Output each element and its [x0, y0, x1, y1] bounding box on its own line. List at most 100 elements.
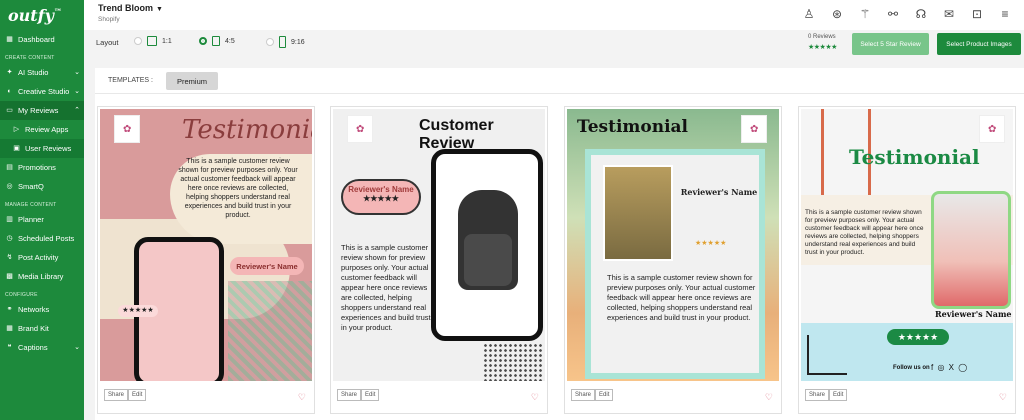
billing-icon[interactable]: ⊛: [828, 5, 846, 23]
template-card[interactable]: Testimonial ✿ Reviewer's Name ★★★★★ This…: [564, 106, 782, 414]
sidebar-item-smartq[interactable]: ◎ SmartQ: [0, 177, 84, 196]
media-icon: ▩: [6, 273, 13, 280]
template-preview[interactable]: ✿ Testimonial This is a sample customer …: [801, 109, 1013, 381]
template-card[interactable]: ✿ Testimonial This is a sample customer …: [97, 106, 315, 414]
share-button[interactable]: Share: [337, 389, 362, 401]
radio-1-1[interactable]: [134, 37, 142, 45]
rating-stars: ★★★★★: [887, 329, 949, 345]
notification-icon[interactable]: ✉: [940, 5, 958, 23]
template-title: Customer Review: [419, 117, 494, 152]
outfy-logo[interactable]: outfy™: [0, 0, 84, 30]
heart-icon[interactable]: ♡: [999, 392, 1007, 403]
sidebar-item-planner[interactable]: ▥ Planner: [0, 210, 84, 229]
layout-option-1-1[interactable]: 1:1: [134, 36, 172, 46]
sidebar-item-my-reviews[interactable]: ▭ My Reviews ⌃: [0, 101, 84, 120]
heart-icon[interactable]: ♡: [531, 392, 539, 403]
layout-bar: Layout 1:1 4:5 9:16 0 Reviews ★★★★★ Sele…: [84, 30, 1024, 58]
sidebar-item-creative-studio[interactable]: ◐ Creative Studio ⌄: [0, 82, 84, 101]
top-header: Trend Bloom ▼ Shopify ♙ ⊛ ⚚ ⚯ ☊ ✉ ⊡ ≡: [84, 0, 1024, 30]
template-title: Testimonial: [182, 115, 312, 145]
layout-label: Layout: [96, 38, 119, 47]
magic-wand-icon[interactable]: ⚚: [856, 5, 874, 23]
sidebar-item-brand-kit[interactable]: ▦ Brand Kit: [0, 319, 84, 338]
brand-kit-icon: ▦: [6, 325, 13, 332]
brand-logo-image: ✿: [741, 115, 767, 143]
edit-button[interactable]: Edit: [829, 389, 848, 401]
handshake-icon[interactable]: ⚯: [884, 5, 902, 23]
tab-premium[interactable]: Premium: [166, 72, 218, 90]
menu-icon[interactable]: ≡: [996, 5, 1014, 23]
sidebar-item-media-library[interactable]: ▩ Media Library: [0, 267, 84, 286]
sidebar: outfy™ ▦ Dashboard CREATE CONTENT ✦ AI Stu…: [0, 0, 84, 420]
sidebar-item-dashboard[interactable]: ▦ Dashboard: [0, 30, 84, 49]
review-text: This is a sample customer review shown f…: [607, 273, 756, 322]
template-preview[interactable]: ✿ Customer Review Reviewer's Name ★★★★★ …: [333, 109, 545, 381]
lock-icon[interactable]: ⊡: [968, 5, 986, 23]
sidebar-item-promotions[interactable]: ▤ Promotions: [0, 158, 84, 177]
sidebar-item-ai-studio[interactable]: ✦ AI Studio ⌄: [0, 63, 84, 82]
promotions-icon: ▤: [6, 164, 13, 171]
layout-option-4-5[interactable]: 4:5: [199, 36, 235, 46]
sidebar-item-post-activity[interactable]: ↯ Post Activity: [0, 248, 84, 267]
caret-down-icon: ▼: [156, 6, 163, 13]
share-button[interactable]: Share: [104, 389, 129, 401]
palette-icon: ◐: [7, 88, 12, 95]
chevron-up-icon: ⌃: [74, 107, 80, 114]
edit-button[interactable]: Edit: [595, 389, 614, 401]
user-icon[interactable]: ♙: [800, 5, 818, 23]
activity-icon: ↯: [6, 254, 13, 261]
store-platform: Shopify: [98, 16, 120, 23]
share-button[interactable]: Share: [571, 389, 596, 401]
product-photo: [931, 191, 1011, 309]
portrait-frame-icon: [212, 36, 220, 46]
templates-bar: TEMPLATES : Premium: [95, 68, 1024, 94]
calendar-icon: ▥: [6, 216, 13, 223]
header-icons: ♙ ⊛ ⚚ ⚯ ☊ ✉ ⊡ ≡: [800, 5, 1014, 23]
edit-button[interactable]: Edit: [128, 389, 147, 401]
sidebar-item-scheduled-posts[interactable]: ◷ Scheduled Posts: [0, 229, 84, 248]
card-actions: Share Edit: [571, 389, 614, 401]
select-product-images-button[interactable]: Select Product Images: [937, 33, 1021, 55]
template-preview[interactable]: Testimonial ✿ Reviewer's Name ★★★★★ This…: [567, 109, 779, 381]
template-preview[interactable]: ✿ Testimonial This is a sample customer …: [100, 109, 312, 381]
radio-4-5[interactable]: [199, 37, 207, 45]
reviews-count: 0 Reviews: [808, 34, 836, 40]
sidebar-item-captions[interactable]: ❝ Captions ⌄: [0, 338, 84, 357]
reviews-stars: ★★★★★: [808, 44, 837, 51]
follow-us-label: Follow us on: [893, 365, 930, 371]
reviewer-name: Reviewer's Name: [230, 257, 304, 275]
card-actions: Share Edit: [104, 389, 147, 401]
social-icons: f ◎ X ◯: [931, 363, 969, 372]
template-title: Testimonial: [849, 145, 980, 169]
reviews-icon: ▭: [6, 107, 13, 114]
select-5-star-review-button[interactable]: Select 5 Star Review: [852, 33, 929, 55]
template-card[interactable]: ✿ Customer Review Reviewer's Name ★★★★★ …: [330, 106, 548, 414]
reviewer-photo: [603, 165, 673, 261]
share-button[interactable]: Share: [805, 389, 830, 401]
template-card[interactable]: ✿ Testimonial This is a sample customer …: [798, 106, 1016, 414]
review-text: This is a sample customer review shown f…: [341, 243, 431, 332]
apps-icon: ▷: [13, 126, 20, 133]
user-reviews-icon: ▣: [13, 145, 20, 152]
chevron-down-icon: ⌄: [74, 344, 80, 351]
templates-panel: TEMPLATES : Premium ✿ Testimonial This i…: [95, 68, 1024, 420]
template-title: Testimonial: [577, 117, 689, 137]
card-actions: Share Edit: [337, 389, 380, 401]
heart-icon[interactable]: ♡: [298, 392, 306, 403]
sidebar-item-networks[interactable]: ⚭ Networks: [0, 300, 84, 319]
section-label-manage: MANAGE CONTENT: [5, 202, 57, 208]
heart-icon[interactable]: ♡: [765, 392, 773, 403]
store-selector[interactable]: Trend Bloom ▼: [98, 3, 163, 13]
layout-option-9-16[interactable]: 9:16: [266, 36, 305, 48]
brand-logo-image: ✿: [347, 115, 373, 143]
sidebar-item-review-apps[interactable]: ▷ Review Apps: [0, 120, 84, 139]
sidebar-item-user-reviews[interactable]: ▣ User Reviews: [0, 139, 84, 158]
radio-9-16[interactable]: [266, 38, 274, 46]
support-icon[interactable]: ☊: [912, 5, 930, 23]
smartq-icon: ◎: [6, 183, 13, 190]
captions-icon: ❝: [7, 344, 12, 351]
rating-stars: ★★★★★: [695, 240, 727, 247]
brand-logo-image: ✿: [114, 115, 140, 143]
edit-button[interactable]: Edit: [361, 389, 380, 401]
section-label-configure: CONFIGURE: [5, 292, 38, 298]
